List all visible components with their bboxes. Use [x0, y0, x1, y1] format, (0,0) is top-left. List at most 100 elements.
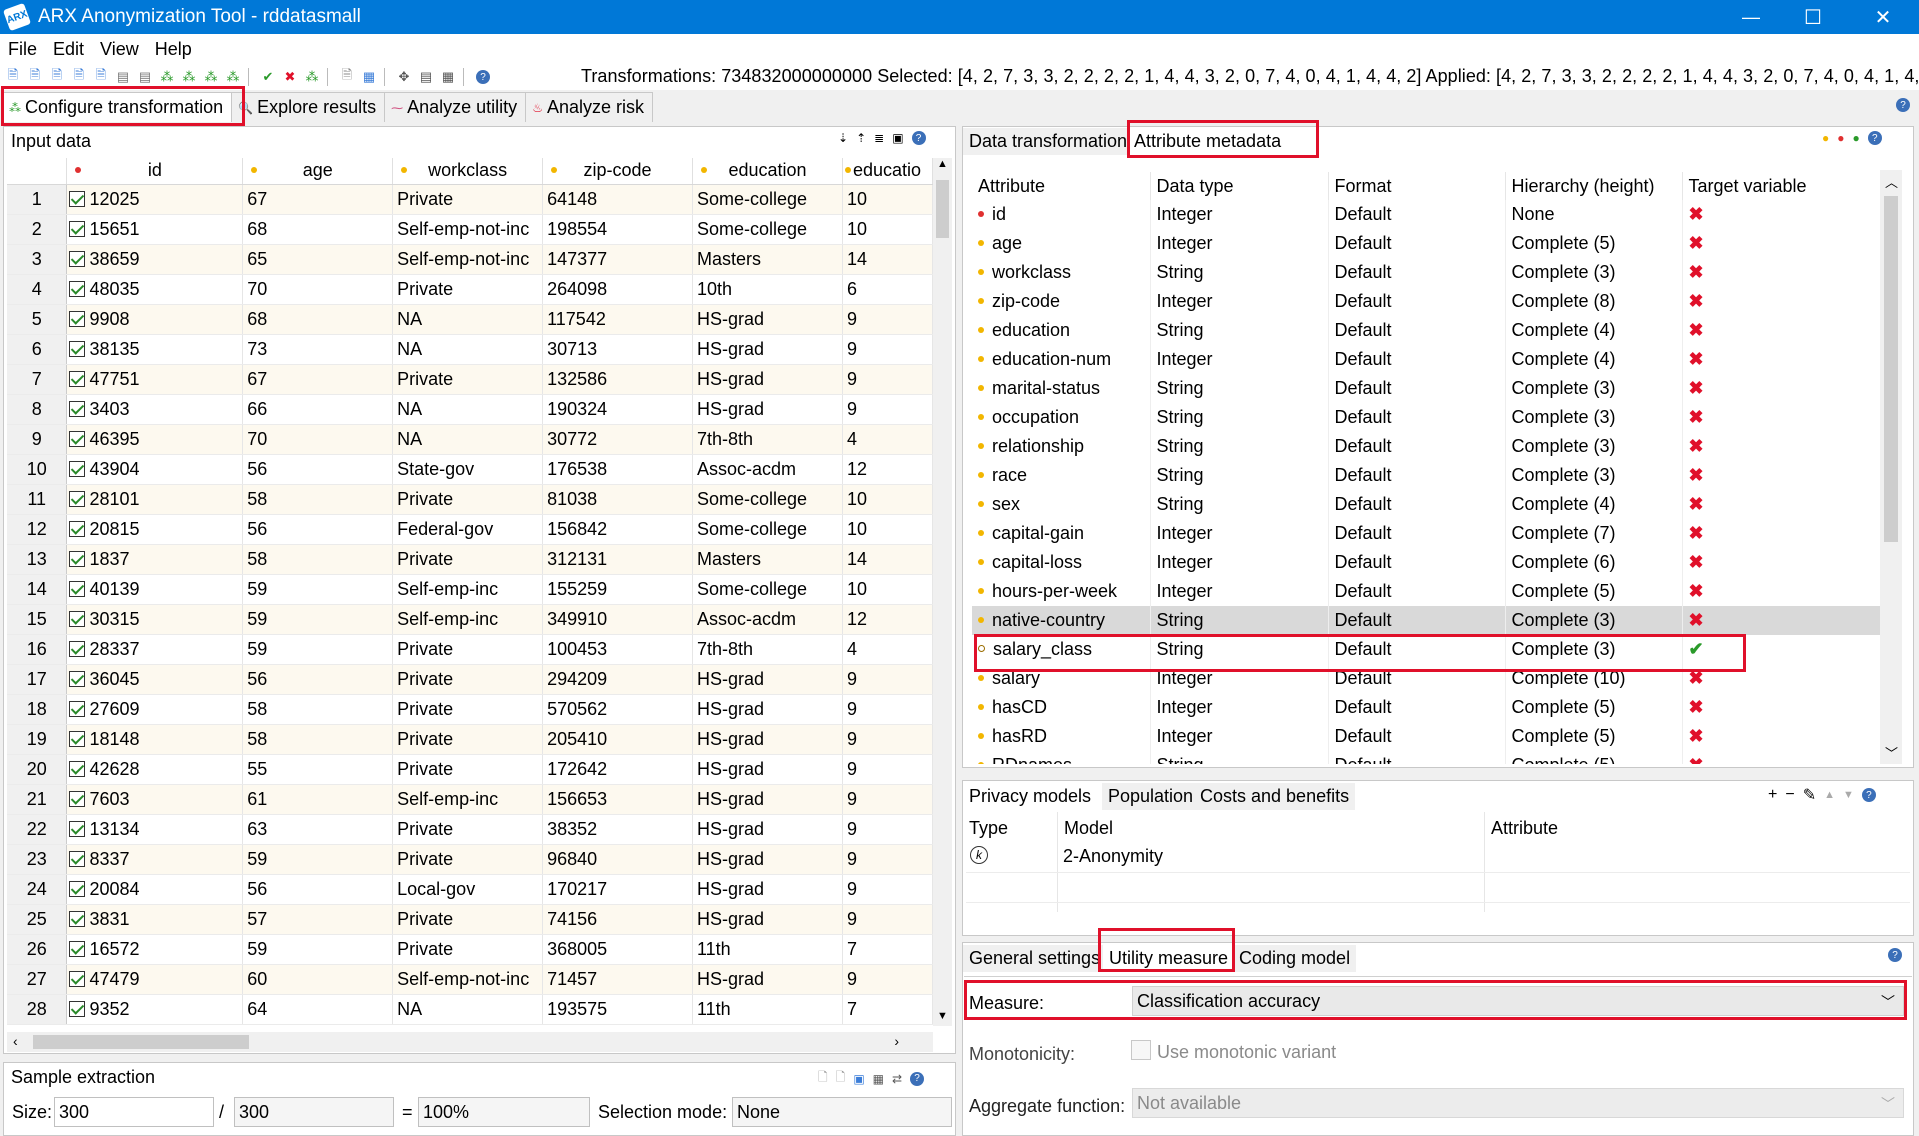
attribute-row-workclass[interactable]: workclass String Default Complete (3) ✖: [972, 258, 1880, 287]
table-row[interactable]: 16 28337 59 Private 100453 7th-8th 4: [7, 634, 933, 665]
attribute-row-capital-loss[interactable]: capital-loss Integer Default Complete (6) ✖: [972, 548, 1880, 577]
header-attribute[interactable]: Attribute: [972, 172, 1151, 200]
save-as-icon[interactable]: 🗎: [70, 67, 88, 86]
help-icon[interactable]: ?: [1888, 948, 1902, 962]
attribute-row-sex[interactable]: sex String Default Complete (4) ✖: [972, 490, 1880, 519]
target-cross-icon[interactable]: ✖: [1689, 436, 1704, 456]
move-down-icon[interactable]: ▼: [1843, 789, 1854, 801]
privacy-model-row[interactable]: k 2-Anonymity: [968, 842, 1908, 872]
table-row[interactable]: 11 28101 58 Private 81038 Some-college 10: [7, 484, 933, 515]
attribute-row-hasRD[interactable]: hasRD Integer Default Complete (5) ✖: [972, 722, 1880, 751]
about-icon[interactable]: ?: [474, 68, 492, 86]
attribute-row-relationship[interactable]: relationship String Default Complete (3) ✖: [972, 432, 1880, 461]
row-include-checkbox[interactable]: [69, 820, 86, 837]
tab-general-settings[interactable]: General settings: [963, 945, 1107, 972]
target-cross-icon[interactable]: ✖: [1689, 697, 1704, 717]
attribute-row-capital-gain[interactable]: capital-gain Integer Default Complete (7) ✖: [972, 519, 1880, 548]
attribute-row-hours-per-week[interactable]: hours-per-week Integer Default Complete (5)…: [972, 577, 1880, 606]
table-row[interactable]: 8 3403 66 NA 190324 HS-grad 9: [7, 394, 933, 425]
table-row[interactable]: 1 12025 67 Private 64148 Some-college 10: [7, 184, 933, 215]
edit-icon[interactable]: ✎: [1803, 785, 1816, 805]
table-row[interactable]: 9 46395 70 NA 30772 7th-8th 4: [7, 424, 933, 455]
menu-file[interactable]: File: [0, 39, 45, 60]
table-row[interactable]: 19 18148 58 Private 205410 HS-grad 9: [7, 724, 933, 755]
yellow-dot-icon[interactable]: ●: [1822, 131, 1829, 145]
attribute-row-education-num[interactable]: education-num Integer Default Complete (4) ✖: [972, 345, 1880, 374]
document-icon[interactable]: 🗋: [818, 1068, 828, 1089]
row-include-checkbox[interactable]: [69, 760, 86, 777]
row-include-checkbox[interactable]: [69, 640, 86, 657]
scroll-left-icon[interactable]: ‹: [13, 1033, 18, 1049]
row-include-checkbox[interactable]: [69, 970, 86, 987]
attribute-row-race[interactable]: race String Default Complete (3) ✖: [972, 461, 1880, 490]
header-target-variable[interactable]: Target variable: [1682, 172, 1880, 200]
row-include-checkbox[interactable]: [69, 850, 86, 867]
tab-configure-transformation[interactable]: ⁂ Configure transformation: [2, 92, 233, 122]
save-icon[interactable]: ▣: [853, 1072, 864, 1086]
table-row[interactable]: 24 20084 56 Local-gov 170217 HS-grad 9: [7, 874, 933, 905]
column-header-education[interactable]: education: [692, 158, 843, 185]
menu-view[interactable]: View: [92, 39, 147, 60]
help-icon[interactable]: ?: [910, 1071, 925, 1086]
target-cross-icon[interactable]: ✖: [1689, 726, 1704, 746]
row-include-checkbox[interactable]: [69, 730, 86, 747]
target-cross-icon[interactable]: ✖: [1689, 668, 1704, 688]
scroll-up-icon[interactable]: ︿: [1885, 172, 1898, 191]
attribute-row-marital-status[interactable]: marital-status String Default Complete (3) ✖: [972, 374, 1880, 403]
row-include-checkbox[interactable]: [69, 280, 86, 297]
help-icon[interactable]: ?: [911, 131, 926, 145]
table-view-icon[interactable]: ▣: [892, 131, 903, 145]
sort-down-icon[interactable]: ⇣: [838, 131, 848, 145]
table-row[interactable]: 27 47479 60 Self-emp-not-inc 71457 HS-grad 9: [7, 964, 933, 995]
settings-icon[interactable]: ✥: [395, 68, 413, 86]
target-cross-icon[interactable]: ✖: [1689, 262, 1704, 282]
row-include-checkbox[interactable]: [69, 310, 86, 327]
export-hierarchy-icon[interactable]: ⁂: [180, 68, 198, 86]
attribute-row-RDnames[interactable]: RDnames StringDefaultComplete (5) ✖: [972, 751, 1880, 764]
help-icon[interactable]: ?: [1861, 788, 1876, 802]
close-icon[interactable]: ✕: [1852, 0, 1914, 34]
row-include-checkbox[interactable]: [69, 250, 86, 267]
list-icon[interactable]: ▤: [417, 68, 435, 86]
target-cross-icon[interactable]: ✖: [1689, 552, 1704, 572]
row-include-checkbox[interactable]: [69, 700, 86, 717]
target-cross-icon[interactable]: ✖: [1689, 320, 1704, 340]
menu-edit[interactable]: Edit: [45, 39, 92, 60]
row-include-checkbox[interactable]: [69, 550, 86, 567]
target-cross-icon[interactable]: ✖: [1689, 465, 1704, 485]
column-header-workclass[interactable]: workclass: [392, 158, 544, 185]
attribute-row-native-country[interactable]: native-country String Default Complete (3) ✖: [972, 606, 1880, 635]
column-header-id[interactable]: id: [66, 158, 244, 185]
row-include-checkbox[interactable]: [69, 580, 86, 597]
row-include-checkbox[interactable]: [69, 880, 86, 897]
table-icon[interactable]: ▦: [360, 68, 378, 86]
input-data-vscrollbar[interactable]: ▲ ▼: [933, 158, 952, 1026]
grid-icon[interactable]: ▦: [873, 1072, 884, 1086]
row-include-checkbox[interactable]: [69, 1000, 86, 1017]
attribute-row-salary_class[interactable]: salary_class String Default Complete (3) ✔: [972, 635, 1880, 664]
apply-icon[interactable]: ⁂: [303, 68, 321, 86]
metadata-vscrollbar[interactable]: ︿ ﹀: [1880, 170, 1902, 764]
input-data-hscrollbar[interactable]: ‹ ›: [7, 1032, 933, 1052]
red-dot-icon[interactable]: ●: [1837, 131, 1844, 145]
table-row[interactable]: 14 40139 59 Self-emp-inc 155259 Some-college 1…: [7, 574, 933, 605]
help-icon[interactable]: ?: [1896, 98, 1910, 112]
selection-mode-field[interactable]: None: [732, 1097, 952, 1127]
row-include-checkbox[interactable]: [69, 220, 86, 237]
table-row[interactable]: 3 38659 65 Self-emp-not-inc 147377 Masters 14: [7, 244, 933, 275]
column-header-education-num[interactable]: educatio: [842, 158, 933, 185]
list-icon[interactable]: ≣: [874, 131, 884, 145]
tab-privacy-models[interactable]: Privacy models: [963, 783, 1098, 810]
open-project-icon[interactable]: 🗎: [26, 67, 44, 86]
target-cross-icon[interactable]: ✖: [1689, 581, 1704, 601]
help-icon[interactable]: ?: [1867, 131, 1882, 145]
target-cross-icon[interactable]: ✖: [1689, 407, 1704, 427]
table-row[interactable]: 28 9352 64 NA 193575 11th 7: [7, 994, 933, 1025]
row-include-checkbox[interactable]: [69, 790, 86, 807]
measure-select[interactable]: Classification accuracy ﹀: [1132, 986, 1904, 1016]
new-project-icon[interactable]: 🗎: [4, 67, 22, 86]
attribute-row-occupation[interactable]: occupation String Default Complete (3) ✖: [972, 403, 1880, 432]
target-cross-icon[interactable]: ✖: [1689, 204, 1704, 224]
table-row[interactable]: 6 38135 73 NA 30713 HS-grad 9: [7, 334, 933, 365]
tab-data-transformation[interactable]: Data transformation: [963, 128, 1134, 155]
